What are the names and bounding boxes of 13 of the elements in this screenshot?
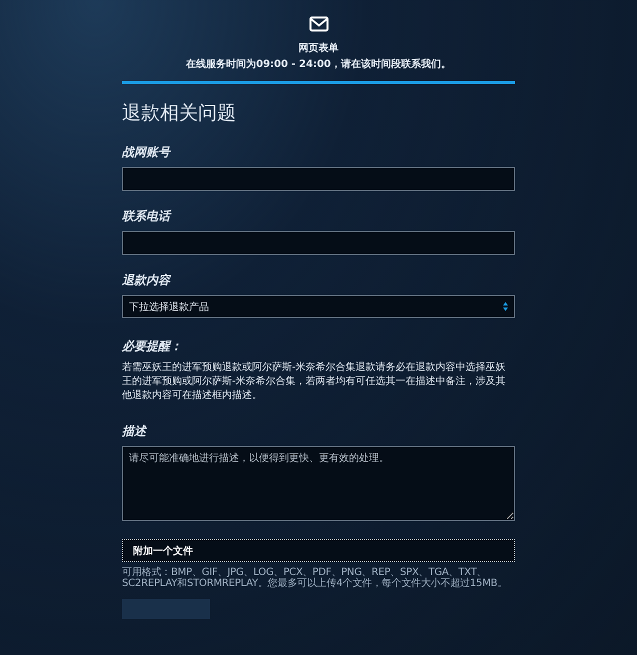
field-label: 必要提醒： — [122, 338, 183, 355]
field-label: 退款内容 — [122, 272, 172, 289]
form-type-title: 网页表单 — [298, 42, 338, 55]
file-format-hint: 可用格式：BMP、GIF、JPG、LOG、PCX、PDF、PNG、REP、SPX、TGA、TXT、SC2REPLAY和STORMREPLAY。您最多可以上传4个文件，每个文件大小不超过15MB。 — [122, 567, 508, 589]
form-heading: 退款相关问题 — [122, 101, 237, 126]
description-field[interactable]: 请尽可能准确地进行描述，以便得到更快、更有效的处理。 — [122, 446, 515, 521]
field-label: 战网账号 — [122, 144, 172, 161]
service-hours: 在线服务时间为09:00 - 24:00，请在该时间段联系我们。 — [186, 58, 451, 71]
attach-file-button[interactable]: 附加一个文件 — [122, 539, 515, 562]
field-label: 联系电话 — [122, 208, 172, 225]
notice-text: 若需巫妖王的进军预购退款或阿尔萨斯-米奈希尔合集退款请务必在退款内容中选择巫妖王的进军预购或阿尔萨斯-米奈希尔合集，若两者均有可任选其一在描述中备注，涉及其他退款内容可在描述框内描述。 — [122, 361, 507, 403]
dropdown[interactable]: 下拉选择退款产品 — [122, 295, 515, 318]
field-label: 描述 — [122, 423, 148, 440]
